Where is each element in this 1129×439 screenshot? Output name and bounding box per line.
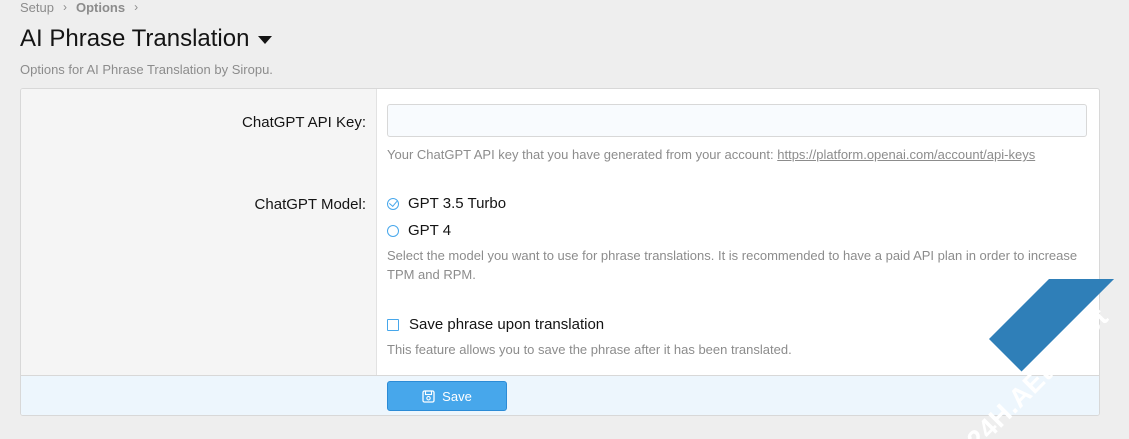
- breadcrumb: Setup › Options ›: [20, 0, 147, 15]
- api-key-label: ChatGPT API Key:: [242, 114, 366, 131]
- model-option-gpt4[interactable]: GPT 4: [387, 222, 451, 239]
- save-button[interactable]: Save: [387, 381, 507, 411]
- model-option-label: GPT 4: [408, 222, 452, 239]
- label-column: [21, 89, 377, 375]
- save-phrase-hint: This feature allows you to save the phra…: [387, 342, 792, 357]
- api-key-hint: Your ChatGPT API key that you have gener…: [387, 145, 1087, 164]
- breadcrumb-separator: ›: [62, 0, 67, 14]
- page-description: Options for AI Phrase Translation by Sir…: [20, 62, 273, 77]
- radio-unchecked-icon[interactable]: [387, 224, 399, 237]
- model-option-label: GPT 3.5 Turbo: [408, 195, 507, 212]
- caret-down-icon[interactable]: [258, 36, 273, 44]
- save-phrase-label: Save phrase upon translation: [409, 316, 605, 333]
- form-footer: Save: [21, 375, 1099, 415]
- checkbox-icon[interactable]: [387, 318, 399, 331]
- save-icon: [422, 389, 435, 403]
- api-key-hint-text: Your ChatGPT API key that you have gener…: [387, 147, 778, 162]
- title-row: AI Phrase Translation: [20, 25, 273, 53]
- breadcrumb-setup[interactable]: Setup: [20, 0, 54, 15]
- model-hint: Select the model you want to use for phr…: [387, 248, 1078, 282]
- radio-checked-icon[interactable]: [387, 197, 399, 210]
- model-label: ChatGPT Model:: [254, 196, 366, 213]
- options-form: ChatGPT API Key: Your ChatGPT API key th…: [20, 88, 1100, 416]
- api-key-input[interactable]: [387, 104, 1087, 137]
- save-button-label: Save: [442, 388, 472, 404]
- breadcrumb-separator: ›: [134, 0, 139, 14]
- page-title: AI Phrase Translation: [20, 25, 250, 52]
- model-option-gpt35[interactable]: GPT 3.5 Turbo: [387, 195, 506, 212]
- breadcrumb-options[interactable]: Options: [76, 0, 125, 15]
- api-keys-link[interactable]: https://platform.openai.com/account/api-…: [777, 147, 1035, 162]
- save-phrase-checkbox-row[interactable]: Save phrase upon translation: [387, 316, 604, 333]
